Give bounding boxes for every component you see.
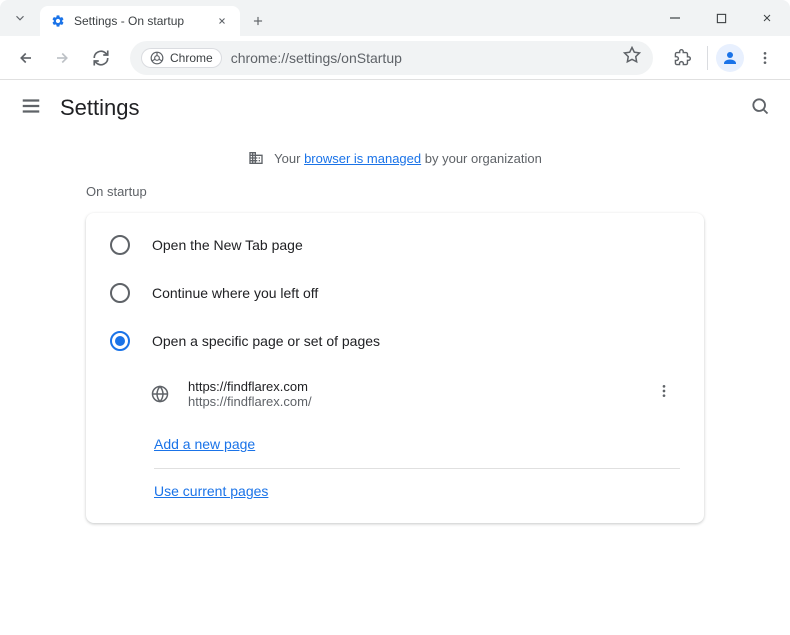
tab-title: Settings - On startup xyxy=(74,14,214,28)
use-current-row: Use current pages xyxy=(86,469,704,515)
new-tab-button[interactable] xyxy=(244,6,272,36)
minimize-button[interactable] xyxy=(652,0,698,36)
chrome-menu-button[interactable] xyxy=(748,41,782,75)
url-text: chrome://settings/onStartup xyxy=(231,50,402,66)
radio-label: Continue where you left off xyxy=(152,285,318,301)
use-current-pages-link[interactable]: Use current pages xyxy=(154,483,268,499)
browser-toolbar: Chrome chrome://settings/onStartup xyxy=(0,36,790,80)
building-icon xyxy=(248,150,264,166)
page-entry-menu-icon[interactable] xyxy=(648,375,680,412)
menu-icon[interactable] xyxy=(20,95,42,122)
startup-page-url: https://findflarex.com/ xyxy=(188,394,648,409)
radio-label: Open the New Tab page xyxy=(152,237,303,253)
radio-new-tab[interactable]: Open the New Tab page xyxy=(86,221,704,269)
maximize-button[interactable] xyxy=(698,0,744,36)
startup-card: Open the New Tab page Continue where you… xyxy=(86,213,704,523)
managed-prefix: Your xyxy=(274,151,300,166)
back-button[interactable] xyxy=(8,41,42,75)
add-page-row: Add a new page xyxy=(86,422,704,468)
search-icon[interactable] xyxy=(750,96,770,121)
site-chip-label: Chrome xyxy=(170,51,213,65)
tab-search-dropdown[interactable] xyxy=(0,0,40,36)
radio-label: Open a specific page or set of pages xyxy=(152,333,380,349)
settings-header: Settings xyxy=(0,80,790,136)
window-controls xyxy=(652,0,790,36)
separator xyxy=(707,46,708,70)
page-title: Settings xyxy=(60,95,140,121)
forward-button[interactable] xyxy=(46,41,80,75)
gear-icon xyxy=(50,13,66,29)
managed-suffix: by your organization xyxy=(425,151,542,166)
radio-icon xyxy=(110,331,130,351)
radio-continue[interactable]: Continue where you left off xyxy=(86,269,704,317)
profile-avatar[interactable] xyxy=(716,44,744,72)
startup-page-entry: https://findflarex.com https://findflare… xyxy=(86,365,704,422)
radio-icon xyxy=(110,235,130,255)
site-chip[interactable]: Chrome xyxy=(142,49,221,67)
globe-icon xyxy=(150,385,170,403)
window-titlebar: Settings - On startup xyxy=(0,0,790,36)
section-title: On startup xyxy=(86,184,704,199)
reload-button[interactable] xyxy=(84,41,118,75)
managed-notice: Your browser is managed by your organiza… xyxy=(0,136,790,184)
bookmark-star-icon[interactable] xyxy=(623,46,641,69)
active-tab[interactable]: Settings - On startup xyxy=(40,6,240,36)
extensions-button[interactable] xyxy=(665,41,699,75)
close-tab-icon[interactable] xyxy=(214,13,230,29)
managed-link[interactable]: browser is managed xyxy=(304,151,421,166)
radio-specific-pages[interactable]: Open a specific page or set of pages xyxy=(86,317,704,365)
settings-content: On startup Open the New Tab page Continu… xyxy=(0,184,790,523)
add-new-page-link[interactable]: Add a new page xyxy=(154,436,255,452)
chrome-logo-icon xyxy=(150,51,164,65)
radio-icon xyxy=(110,283,130,303)
close-window-button[interactable] xyxy=(744,0,790,36)
startup-page-title: https://findflarex.com xyxy=(188,379,648,394)
address-bar[interactable]: Chrome chrome://settings/onStartup xyxy=(130,41,653,75)
